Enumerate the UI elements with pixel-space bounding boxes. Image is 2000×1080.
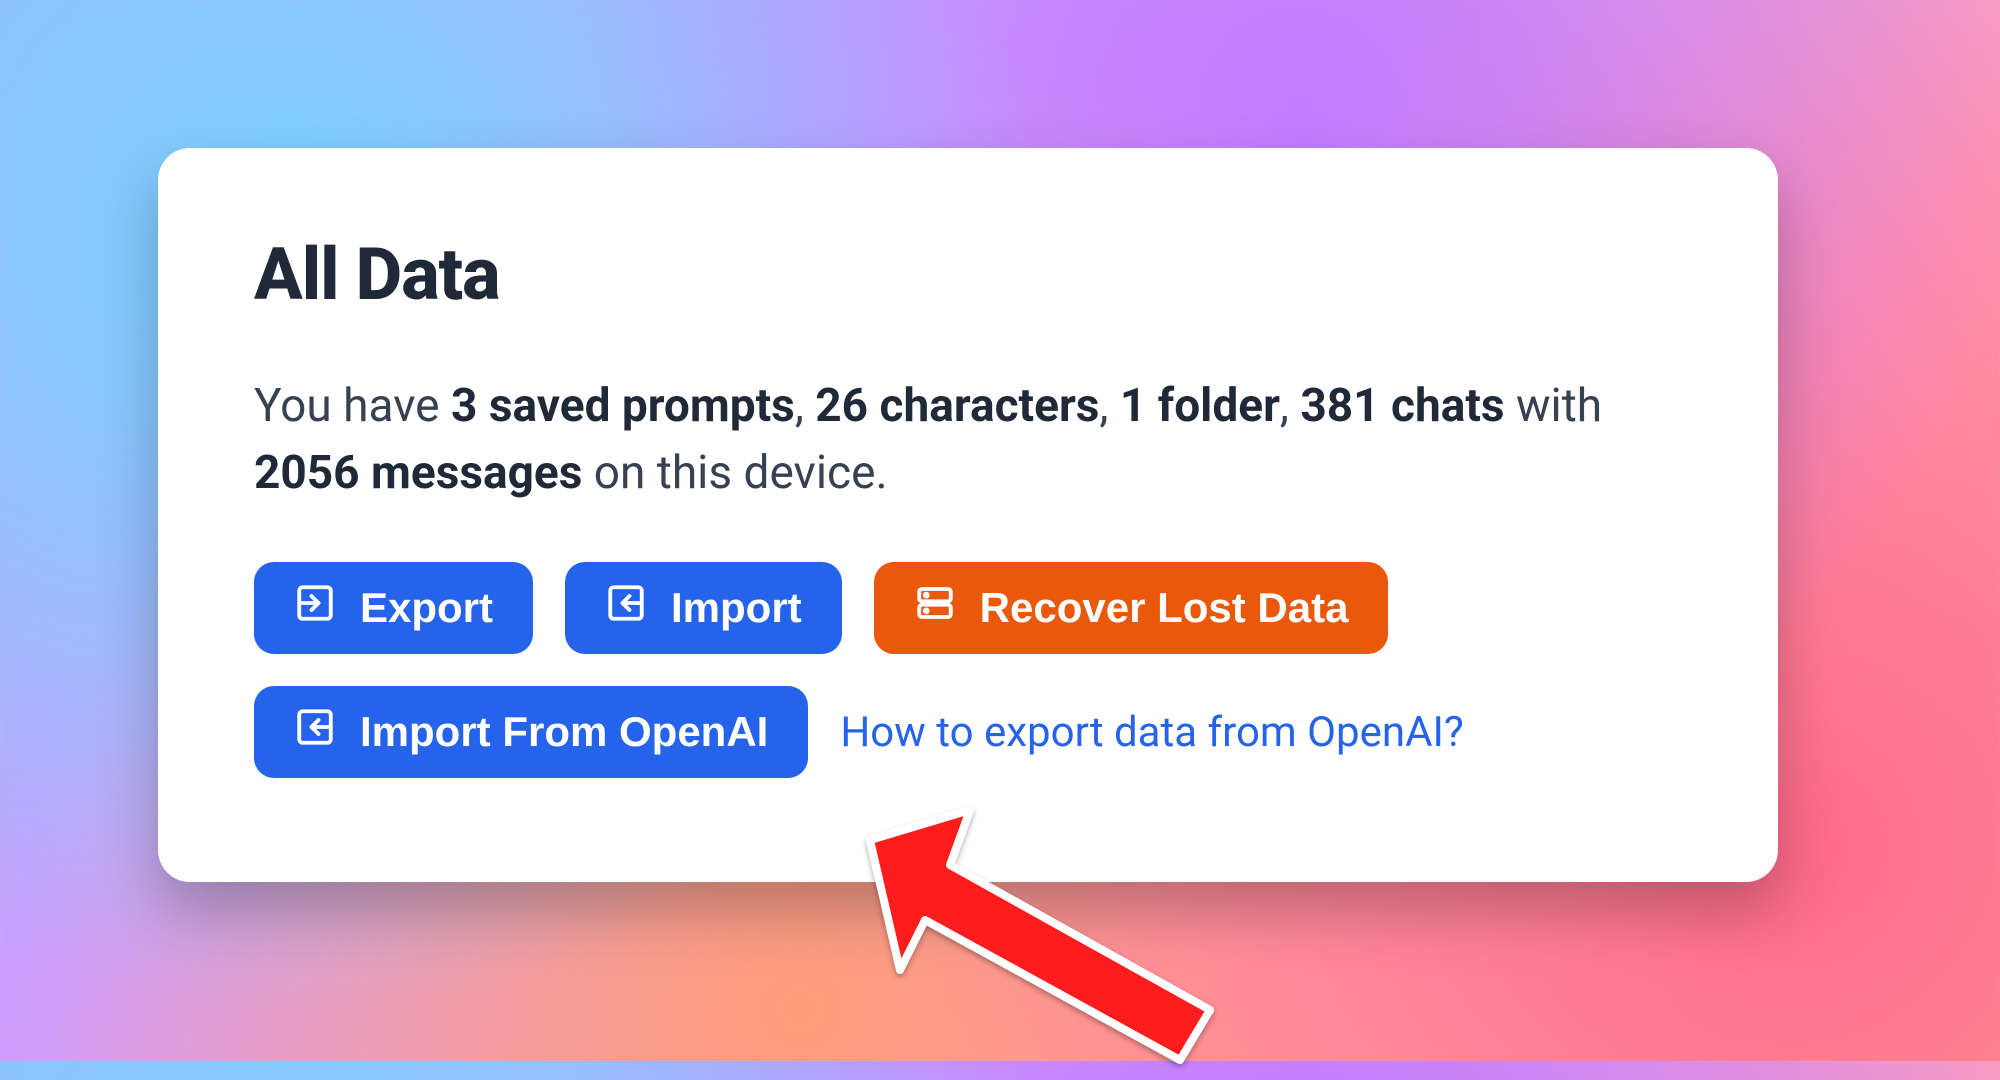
summary-with: with [1505, 379, 1603, 433]
export-icon [294, 582, 336, 634]
chats-label: chats [1380, 379, 1505, 433]
summary-suffix: on this device. [582, 446, 887, 500]
summary-prefix: You have [254, 379, 451, 433]
summary-sep: , [1099, 379, 1119, 433]
summary-sep: , [795, 379, 815, 433]
recover-label: Recover Lost Data [980, 584, 1349, 632]
card-title: All Data [254, 232, 1682, 317]
chats-count: 381 [1300, 379, 1379, 433]
folders-count: 1 [1120, 379, 1146, 433]
button-row: Export Import Recover Los [254, 562, 1682, 778]
how-to-export-link[interactable]: How to export data from OpenAI? [840, 708, 1463, 757]
prompts-label: saved prompts [477, 379, 794, 433]
summary-sep: , [1280, 379, 1300, 433]
import-from-openai-button[interactable]: Import From OpenAI [254, 686, 808, 778]
folders-label: folder [1146, 379, 1280, 433]
import-icon [605, 582, 647, 634]
characters-count: 26 [815, 379, 868, 433]
recover-lost-data-button[interactable]: Recover Lost Data [874, 562, 1389, 654]
all-data-card: All Data You have 3 saved prompts, 26 ch… [158, 148, 1778, 882]
messages-label: messages [360, 446, 583, 500]
export-button[interactable]: Export [254, 562, 533, 654]
export-label: Export [360, 584, 493, 632]
data-summary: You have 3 saved prompts, 26 characters,… [254, 373, 1682, 506]
import-icon [294, 706, 336, 758]
characters-label: characters [868, 379, 1099, 433]
prompts-count: 3 [451, 379, 477, 433]
import-label: Import [671, 584, 802, 632]
import-button[interactable]: Import [565, 562, 842, 654]
import-openai-label: Import From OpenAI [360, 708, 768, 756]
messages-count: 2056 [254, 446, 360, 500]
server-icon [914, 582, 956, 634]
